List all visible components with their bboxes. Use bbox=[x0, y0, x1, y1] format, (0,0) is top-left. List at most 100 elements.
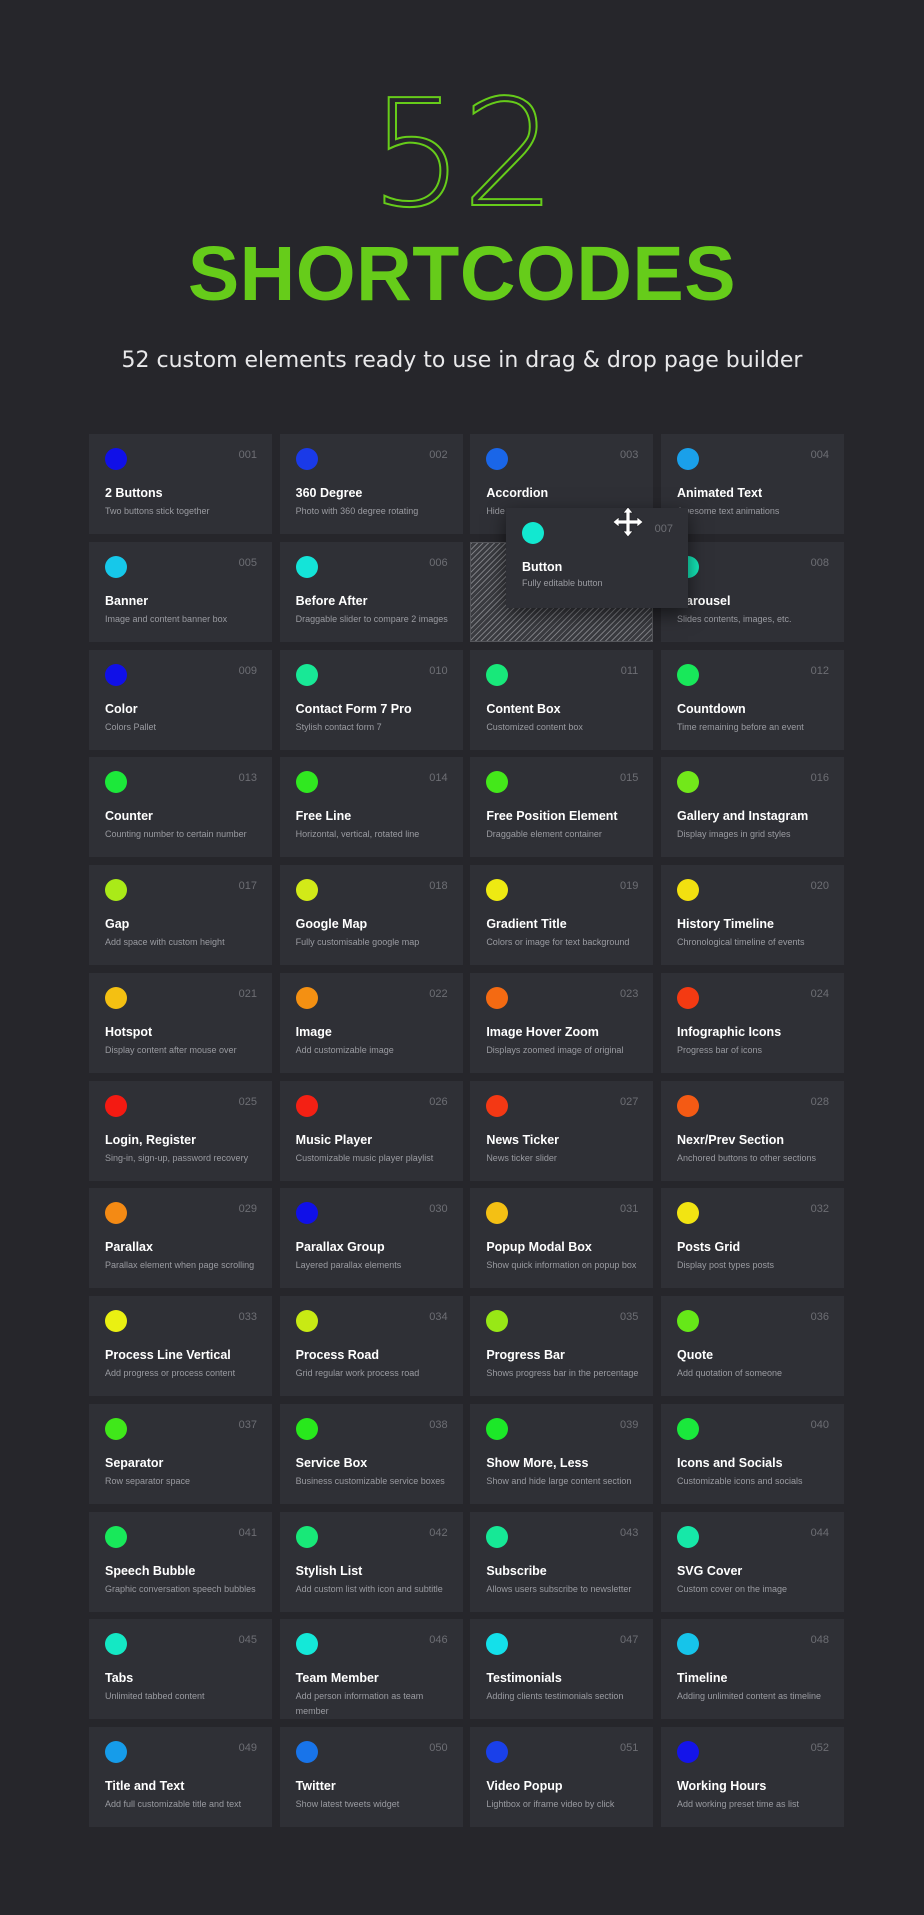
shortcode-card[interactable]: 043 Subscribe Allows users subscribe to ne… bbox=[470, 1511, 654, 1612]
card-description: Photo with 360 degree rotating bbox=[295, 506, 419, 516]
card-number: 019 bbox=[619, 880, 639, 892]
shortcode-card[interactable]: 011 Content Box Customized content box bbox=[470, 649, 654, 750]
card-description: Progress bar of icons bbox=[676, 1044, 763, 1055]
shortcode-card[interactable]: 048 Timeline Adding unlimited content as t… bbox=[660, 1619, 844, 1720]
shortcode-card[interactable]: 024 Infographic Icons Progress bar of icon… bbox=[660, 972, 844, 1073]
shortcode-card[interactable]: 038 Service Box Business customizable serv… bbox=[279, 1403, 463, 1504]
card-color-dot bbox=[676, 1525, 699, 1548]
card-description: Customizable music player playlist bbox=[295, 1152, 434, 1163]
card-description: Draggable element container bbox=[486, 829, 602, 840]
shortcode-card[interactable]: 047 Testimonials Adding clients testimonia… bbox=[470, 1619, 654, 1720]
shortcode-card[interactable]: 020 History Timeline Chronological timelin… bbox=[660, 865, 844, 965]
card-number: 043 bbox=[619, 1526, 639, 1539]
shortcode-card[interactable]: 032 Posts Grid Display post types posts bbox=[660, 1188, 844, 1289]
shortcode-card[interactable]: 033 Process Line Vertical Add progress or … bbox=[89, 1296, 272, 1396]
shortcode-card[interactable]: 008 Carousel Slides contents, images, etc. bbox=[660, 541, 844, 642]
shortcode-card[interactable]: 040 Icons and Socials Customizable icons a… bbox=[660, 1403, 844, 1504]
shortcode-card[interactable]: 018 Google Map Fully customisable google m… bbox=[279, 865, 463, 965]
card-description: Colors Pallet bbox=[105, 721, 157, 732]
dragging-card-button[interactable]: 007 Button Fully editable button bbox=[506, 508, 688, 608]
shortcode-card[interactable]: 046 Team Member Add person information as … bbox=[279, 1619, 463, 1720]
shortcode-card[interactable]: 029 Parallax Parallax element when page sc… bbox=[89, 1188, 272, 1289]
card-description: Stylish contact form 7 bbox=[295, 721, 382, 732]
shortcode-card[interactable]: 022 Image Add customizable image bbox=[279, 972, 463, 1073]
shortcode-card[interactable]: 037 Separator Row separator space bbox=[89, 1403, 272, 1504]
card-number: 002 bbox=[429, 449, 448, 461]
card-description: Display images in grid styles bbox=[676, 829, 791, 840]
card-number: 011 bbox=[620, 664, 639, 677]
card-number: 034 bbox=[429, 1311, 448, 1323]
shortcode-card[interactable]: 023 Image Hover Zoom Displays zoomed image… bbox=[470, 972, 654, 1073]
card-color-dot bbox=[676, 1417, 699, 1440]
shortcode-card[interactable]: 044 SVG Cover Custom cover on the image bbox=[660, 1511, 844, 1612]
card-title: Subscribe bbox=[486, 1563, 547, 1578]
card-number: 038 bbox=[429, 1418, 448, 1431]
shortcode-card[interactable]: 009 Color Colors Pallet bbox=[89, 649, 272, 750]
shortcode-card[interactable]: 042 Stylish List Add custom list with icon… bbox=[279, 1511, 463, 1612]
card-title: History Timeline bbox=[676, 917, 774, 931]
shortcode-card[interactable]: 026 Music Player Customizable music player… bbox=[279, 1080, 463, 1181]
card-description: Add full customizable title and text bbox=[105, 1799, 242, 1809]
shortcode-card[interactable]: 014 Free Line Horizontal, vertical, rotate… bbox=[279, 757, 463, 858]
shortcode-card[interactable]: 036 Quote Add quotation of someone bbox=[660, 1296, 844, 1396]
shortcode-card[interactable]: 017 Gap Add space with custom height bbox=[89, 865, 272, 965]
card-description: Row separator space bbox=[105, 1475, 191, 1486]
card-number: 015 bbox=[619, 772, 639, 785]
shortcode-card[interactable]: 052 Working Hours Add working preset time … bbox=[660, 1727, 844, 1827]
card-number: 046 bbox=[429, 1634, 448, 1647]
shortcode-card[interactable]: 027 News Ticker News ticker slider bbox=[470, 1080, 654, 1181]
card-description: Time remaining before an event bbox=[676, 721, 804, 732]
card-color-dot bbox=[486, 448, 509, 470]
shortcode-card[interactable]: 051 Video Popup Lightbox or iframe video b… bbox=[470, 1727, 654, 1827]
card-title: Testimonials bbox=[486, 1671, 562, 1686]
shortcode-card[interactable]: 031 Popup Modal Box Show quick information… bbox=[470, 1188, 654, 1289]
shortcode-card[interactable]: 035 Progress Bar Shows progress bar in the… bbox=[470, 1296, 654, 1396]
card-title: Service Box bbox=[295, 1455, 368, 1470]
shortcode-card[interactable]: 002 360 Degree Photo with 360 degree rotat… bbox=[279, 434, 463, 534]
shortcode-card[interactable]: 049 Title and Text Add full customizable t… bbox=[89, 1727, 272, 1827]
card-number: 030 bbox=[429, 1203, 448, 1216]
shortcode-card[interactable]: 019 Gradient Title Colors or image for tex… bbox=[470, 865, 654, 965]
shortcode-card[interactable]: 006 Before After Draggable slider to compa… bbox=[279, 541, 463, 642]
card-number: 012 bbox=[810, 664, 829, 677]
card-description: Show and hide large content section bbox=[486, 1475, 632, 1486]
card-number: 014 bbox=[429, 772, 448, 785]
shortcode-card[interactable]: 010 Contact Form 7 Pro Stylish contact for… bbox=[279, 649, 463, 750]
card-color-dot bbox=[105, 1633, 127, 1656]
shortcode-card[interactable]: 001 2 Buttons Two buttons stick together bbox=[89, 434, 272, 534]
card-color-dot bbox=[105, 1741, 127, 1763]
card-color-dot bbox=[295, 986, 318, 1009]
card-color-dot bbox=[105, 1525, 127, 1548]
card-color-dot bbox=[522, 522, 544, 544]
shortcode-card[interactable]: 025 Login, Register Sing-in, sign-up, pass… bbox=[89, 1080, 272, 1181]
card-description: News ticker slider bbox=[486, 1152, 557, 1163]
card-number: 020 bbox=[810, 880, 829, 892]
card-number: 009 bbox=[238, 664, 257, 677]
card-title: Tabs bbox=[105, 1671, 134, 1686]
shortcode-card[interactable]: 028 Nexr/Prev Section Anchored buttons to … bbox=[660, 1080, 844, 1181]
card-number: 007 bbox=[654, 523, 673, 535]
shortcode-card[interactable]: 015 Free Position Element Draggable elemen… bbox=[470, 757, 654, 858]
card-number: 027 bbox=[619, 1095, 639, 1108]
card-color-dot bbox=[676, 879, 699, 901]
card-title: Button bbox=[522, 560, 563, 574]
shortcode-card[interactable]: 005 Banner Image and content banner box bbox=[89, 541, 272, 642]
card-title: Google Map bbox=[295, 917, 368, 931]
shortcode-card[interactable]: 004 Animated Text Awesome text animations bbox=[660, 434, 844, 534]
shortcode-card[interactable]: 045 Tabs Unlimited tabbed content bbox=[89, 1619, 272, 1720]
card-title: Counter bbox=[105, 809, 153, 824]
shortcode-card[interactable]: 021 Hotspot Display content after mouse ov… bbox=[89, 972, 272, 1073]
shortcode-card[interactable]: 039 Show More, Less Show and hide large co… bbox=[470, 1403, 654, 1504]
shortcode-card[interactable]: 013 Counter Counting number to certain num… bbox=[89, 757, 272, 858]
card-title: Free Line bbox=[295, 809, 352, 824]
card-description: Horizontal, vertical, rotated line bbox=[295, 829, 420, 840]
shortcode-card[interactable]: 030 Parallax Group Layered parallax elemen… bbox=[279, 1188, 463, 1289]
card-color-dot bbox=[676, 1094, 699, 1117]
shortcode-card[interactable]: 050 Twitter Show latest tweets widget bbox=[279, 1727, 463, 1827]
shortcode-card[interactable]: 012 Countdown Time remaining before an eve… bbox=[660, 649, 844, 750]
shortcode-card[interactable]: 016 Gallery and Instagram Display images i… bbox=[660, 757, 844, 858]
card-description: Lightbox or iframe video by click bbox=[486, 1799, 615, 1809]
shortcode-card[interactable]: 034 Process Road Grid regular work process… bbox=[279, 1296, 463, 1396]
shortcode-card[interactable]: 041 Speech Bubble Graphic conversation spe… bbox=[89, 1511, 272, 1612]
card-color-dot bbox=[486, 1094, 509, 1117]
